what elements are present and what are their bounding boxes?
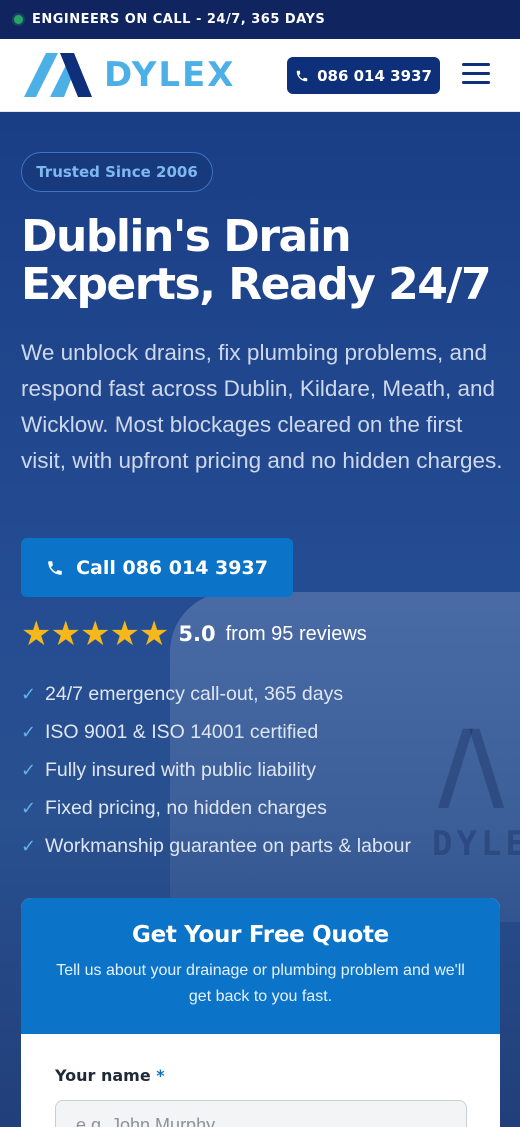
phone-icon [48,560,62,575]
call-button[interactable]: Call 086 014 3937 [21,538,293,597]
rating-value: 5.0 [178,622,216,646]
list-item: ✓ ISO 9001 & ISO 14001 certified [21,720,319,743]
title-line-2: Experts, Ready 24/7 [21,259,492,310]
logo[interactable]: DYLEX [24,53,235,97]
quote-form-body: Your name * [21,1034,500,1127]
feature-list: ✓ 24/7 emergency call-out, 365 days ✓ ISO … [21,675,411,865]
check-icon: ✓ [21,721,37,743]
name-field-label: Your name * [55,1066,165,1085]
list-item: ✓ Fully insured with public liability [21,758,316,781]
header-call-button[interactable]: 086 014 3937 [287,57,440,94]
hamburger-icon[interactable] [462,63,490,87]
hero-section: /\ DYLE Trusted Since 2006 Dublin's Drai… [0,112,520,1127]
trusted-badge: Trusted Since 2006 [21,152,213,192]
quote-form-card: Get Your Free Quote Tell us about your d… [21,898,500,1127]
site-header: DYLEX 086 014 3937 [0,39,520,112]
check-icon: ✓ [21,835,37,857]
list-item: ✓ Workmanship guarantee on parts & labour [21,834,412,857]
title-line-1: Dublin's Drain [21,211,352,262]
logo-text: DYLEX [104,55,236,95]
page-title: Dublin's Drain Experts, Ready 24/7 [21,213,501,309]
announcement-bar: ENGINEERS ON CALL - 24/7, 365 DAYS [0,0,520,39]
required-marker: * [156,1066,165,1085]
quote-title: Get Your Free Quote [132,922,389,948]
call-button-label: Call 086 014 3937 [76,556,268,579]
van-logo-text: DYLE [432,824,520,864]
hero-description: We unblock drains, fix plumbing problems… [21,340,503,473]
quote-subtitle: Tell us about your drainage or plumbing … [56,962,465,1005]
van-logo-mark: /\ [438,710,504,822]
review-count: from 95 reviews [225,622,367,645]
announcement-text: ENGINEERS ON CALL - 24/7, 365 DAYS [32,12,326,27]
star-rating-icon: ★★★★★ [21,614,169,654]
check-icon: ✓ [21,797,37,819]
check-icon: ✓ [21,683,37,705]
rating-summary: ★★★★★ 5.0 from 95 reviews [21,614,367,654]
name-field[interactable] [55,1100,467,1127]
status-dot-icon [14,15,23,24]
logo-mark-icon [24,53,92,97]
list-item: ✓ Fixed pricing, no hidden charges [21,796,327,819]
list-item: ✓ 24/7 emergency call-out, 365 days [21,682,344,705]
quote-form-header: Get Your Free Quote Tell us about your d… [21,898,500,1034]
check-icon: ✓ [21,759,37,781]
header-call-label: 086 014 3937 [317,66,432,85]
phone-icon [296,70,308,81]
